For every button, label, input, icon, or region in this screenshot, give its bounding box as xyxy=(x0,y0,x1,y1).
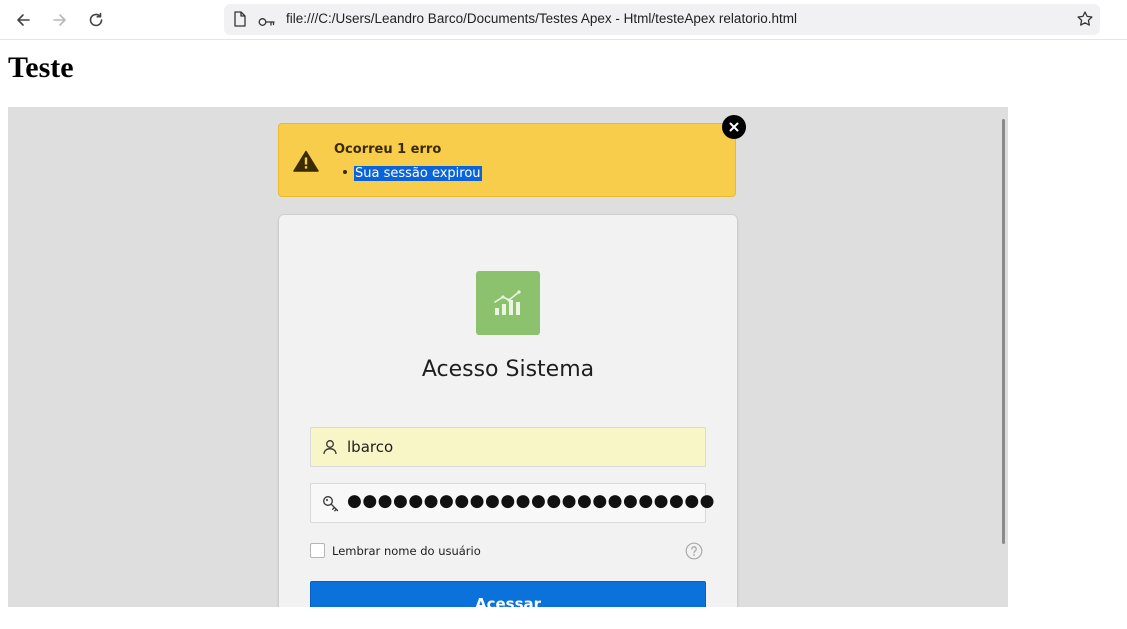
login-iframe: Ocorreu 1 erro Sua sessão expirou Acesso… xyxy=(8,107,1008,607)
star-icon[interactable] xyxy=(1076,10,1094,32)
forward-arrow-icon[interactable] xyxy=(49,9,71,31)
login-button[interactable]: Acessar xyxy=(310,581,706,607)
back-arrow-icon[interactable] xyxy=(12,9,34,31)
chart-logo-icon xyxy=(476,271,540,335)
username-input[interactable]: lbarco xyxy=(310,427,706,467)
iframe-scrollbar[interactable] xyxy=(1002,119,1005,544)
login-card: Acesso Sistema lbarco ●●●●●●●●●●●●●●●●●●… xyxy=(278,214,738,607)
key-icon[interactable] xyxy=(258,13,276,32)
alert-title: Ocorreu 1 erro xyxy=(334,142,442,157)
password-input[interactable]: ●●●●●●●●●●●●●●●●●●●●●●●● xyxy=(310,483,715,523)
warning-icon xyxy=(293,150,319,176)
help-icon[interactable] xyxy=(685,542,703,564)
password-value: ●●●●●●●●●●●●●●●●●●●●●●●● xyxy=(347,491,716,511)
address-text[interactable]: file:///C:/Users/Leandro Barco/Documents… xyxy=(286,11,797,26)
alert-message: Sua sessão expirou xyxy=(354,166,482,181)
close-alert-button[interactable] xyxy=(722,115,746,139)
address-bar[interactable]: file:///C:/Users/Leandro Barco/Documents… xyxy=(224,4,1100,35)
remember-username-checkbox[interactable] xyxy=(310,543,325,558)
close-icon xyxy=(729,122,739,132)
key-icon xyxy=(322,495,340,517)
login-title: Acesso Sistema xyxy=(421,357,595,382)
bullet xyxy=(343,169,347,174)
reload-icon[interactable] xyxy=(85,9,107,31)
error-alert: Ocorreu 1 erro Sua sessão expirou xyxy=(278,123,736,197)
page-heading: Teste xyxy=(8,51,74,84)
alert-message-item: Sua sessão expirou xyxy=(343,166,482,181)
remember-username-label[interactable]: Lembrar nome do usuário xyxy=(332,544,481,558)
user-icon xyxy=(322,439,338,459)
username-value: lbarco xyxy=(347,438,394,456)
browser-toolbar: file:///C:/Users/Leandro Barco/Documents… xyxy=(0,0,1127,40)
file-icon xyxy=(233,11,247,31)
